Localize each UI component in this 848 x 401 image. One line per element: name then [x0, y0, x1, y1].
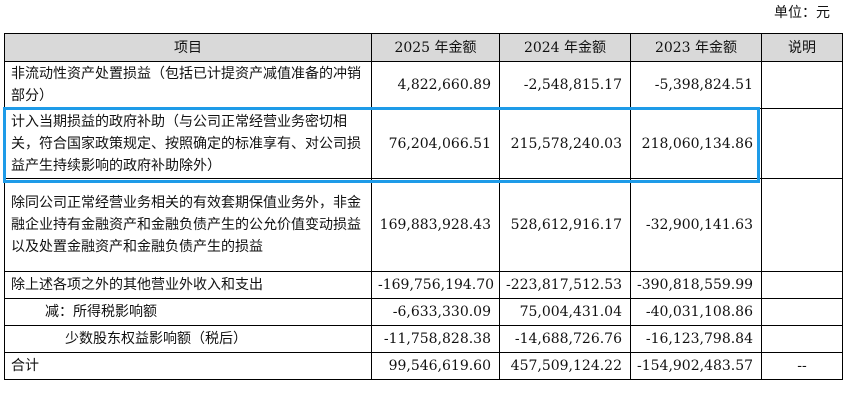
- row-2023: -390,818,559.99: [630, 271, 762, 299]
- row-2023: -40,031,108.86: [630, 298, 762, 326]
- table-row: 减：所得税影响额 -6,633,330.09 75,004,431.04 -40…: [4, 298, 843, 326]
- table-row: 非流动性资产处置损益（包括已计提资产减值准备的冲销部分） 4,822,660.8…: [4, 61, 843, 109]
- header-item: 项目: [4, 33, 372, 62]
- table-row-total: 合计 99,546,619.60 457,509,124.22 -154,902…: [4, 352, 843, 380]
- row-note: [761, 178, 843, 272]
- row-2025: -11,758,828.38: [371, 325, 500, 353]
- row-2024: 457,509,124.22: [499, 352, 631, 380]
- row-2024: -2,548,815.17: [499, 61, 631, 109]
- row-2023: -16,123,798.84: [630, 325, 762, 353]
- row-2024: 75,004,431.04: [499, 298, 631, 326]
- header-note: 说明: [761, 33, 843, 62]
- row-item: 非流动性资产处置损益（包括已计提资产减值准备的冲销部分）: [4, 61, 372, 109]
- row-note: --: [761, 352, 843, 380]
- table-row: 计入当期损益的政府补助（与公司正常经营业务密切相关，符合国家政策规定、按照确定的…: [4, 108, 843, 179]
- header-2025: 2025 年金额: [371, 33, 500, 62]
- table-row: 少数股东权益影响额（税后） -11,758,828.38 -14,688,726…: [4, 325, 843, 353]
- row-2023: 218,060,134.86: [630, 108, 762, 179]
- row-note: [761, 325, 843, 353]
- row-2025: -169,756,194.70: [371, 271, 500, 299]
- row-2025: 76,204,066.51: [371, 108, 500, 179]
- row-2023: -5,398,824.51: [630, 61, 762, 109]
- row-2024: 528,612,916.17: [499, 178, 631, 272]
- unit-label: 单位：元: [774, 5, 830, 21]
- row-2025: 4,822,660.89: [371, 61, 500, 109]
- row-2025: 99,546,619.60: [371, 352, 500, 380]
- row-2023: -32,900,141.63: [630, 178, 762, 272]
- row-2024: -14,688,726.76: [499, 325, 631, 353]
- row-item: 除上述各项之外的其他营业外收入和支出: [4, 271, 372, 299]
- table-header-row: 项目 2025 年金额 2024 年金额 2023 年金额 说明: [4, 33, 843, 62]
- header-2024: 2024 年金额: [499, 33, 631, 62]
- row-2024: -223,817,512.53: [499, 271, 631, 299]
- row-2024: 215,578,240.03: [499, 108, 631, 179]
- row-item: 计入当期损益的政府补助（与公司正常经营业务密切相关，符合国家政策规定、按照确定的…: [4, 108, 372, 179]
- row-note: [761, 298, 843, 326]
- header-2023: 2023 年金额: [630, 33, 762, 62]
- row-2023: -154,902,483.57: [630, 352, 762, 380]
- table-row: 除上述各项之外的其他营业外收入和支出 -169,756,194.70 -223,…: [4, 271, 843, 299]
- row-note: [761, 271, 843, 299]
- row-item: 减：所得税影响额: [4, 298, 372, 326]
- table-row: 除同公司正常经营业务相关的有效套期保值业务外，非金融企业持有金融资产和金融负债产…: [4, 178, 843, 272]
- row-item: 合计: [4, 352, 372, 380]
- row-note: [761, 108, 843, 179]
- row-item: 除同公司正常经营业务相关的有效套期保值业务外，非金融企业持有金融资产和金融负债产…: [4, 178, 372, 272]
- row-2025: -6,633,330.09: [371, 298, 500, 326]
- row-item: 少数股东权益影响额（税后）: [4, 325, 372, 353]
- non-recurring-gains-table: 项目 2025 年金额 2024 年金额 2023 年金额 说明 非流动性资产处…: [4, 33, 843, 380]
- row-note: [761, 61, 843, 109]
- row-2025: 169,883,928.43: [371, 178, 500, 272]
